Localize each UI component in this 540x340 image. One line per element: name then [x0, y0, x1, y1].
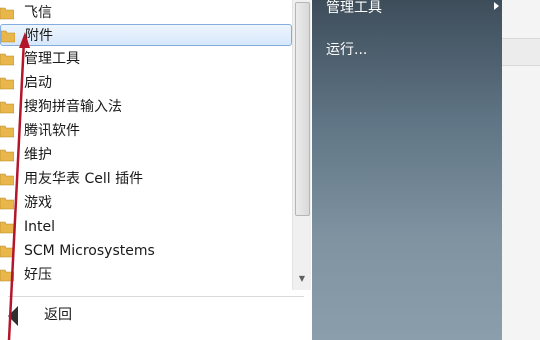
list-item-admin-tools[interactable]: 管理工具 [0, 48, 292, 70]
divider [8, 296, 304, 297]
scrollbar-thumb[interactable] [295, 2, 310, 216]
folder-icon [0, 244, 14, 258]
folder-icon [0, 6, 14, 20]
list-item-haozip[interactable]: 好压 [0, 264, 292, 286]
folder-icon [0, 100, 14, 114]
list-item-label: 维护 [24, 147, 52, 163]
list-item-label: 附件 [25, 28, 53, 44]
folder-icon [1, 29, 15, 43]
list-item-startup[interactable]: 启动 [0, 72, 292, 94]
list-item-label: 管理工具 [24, 51, 80, 67]
list-item-scm-microsystems[interactable]: SCM Microsystems [0, 240, 292, 262]
menu-item-run[interactable]: 运行... [326, 40, 367, 60]
list-item-label: SCM Microsystems [24, 243, 155, 259]
folder-icon [0, 52, 14, 66]
folder-icon [0, 220, 14, 234]
list-item-label: 启动 [24, 75, 52, 91]
list-item-cell-plugin[interactable]: 用友华表 Cell 插件 [0, 168, 292, 190]
start-menu-right-pane: 管理工具 运行... [312, 0, 502, 340]
list-item-label: 腾讯软件 [24, 123, 80, 139]
folder-icon [0, 172, 14, 186]
folder-icon [0, 76, 14, 90]
folder-icon [0, 148, 14, 162]
list-item-label: 飞信 [24, 5, 52, 21]
list-item-label: 好压 [24, 267, 52, 283]
list-item-feixin[interactable]: 飞信 [0, 2, 292, 24]
background-window [502, 0, 540, 340]
list-scrollbar[interactable]: ▼ [292, 0, 311, 290]
list-item-label: 搜狗拼音输入法 [24, 99, 122, 115]
menu-item-admin-tools[interactable]: 管理工具 [326, 0, 499, 18]
list-item-label: 用友华表 Cell 插件 [24, 171, 144, 187]
folder-icon [0, 124, 14, 138]
list-item-maintenance[interactable]: 维护 [0, 144, 292, 166]
programs-panel: 飞信 附件 管理工具 启动 搜狗拼音输入法 腾讯软件 维护 用友华表 Cell … [0, 0, 312, 340]
folder-icon [0, 196, 14, 210]
list-item-intel[interactable]: Intel [0, 216, 292, 238]
list-item-sogou-ime[interactable]: 搜狗拼音输入法 [0, 96, 292, 118]
list-item-games[interactable]: 游戏 [0, 192, 292, 214]
scroll-down-arrow-icon[interactable]: ▼ [296, 274, 308, 284]
submenu-arrow-icon [494, 2, 499, 10]
list-item-label: Intel [24, 219, 55, 235]
list-item-label: 游戏 [24, 195, 52, 211]
menu-item-label: 管理工具 [326, 0, 382, 16]
folder-icon [0, 268, 14, 282]
background-strip [502, 38, 540, 66]
list-item-accessories[interactable]: 附件 [0, 24, 292, 46]
list-item-tencent-software[interactable]: 腾讯软件 [0, 120, 292, 142]
back-arrow-icon[interactable] [8, 306, 18, 326]
back-button[interactable]: 返回 [44, 305, 72, 325]
